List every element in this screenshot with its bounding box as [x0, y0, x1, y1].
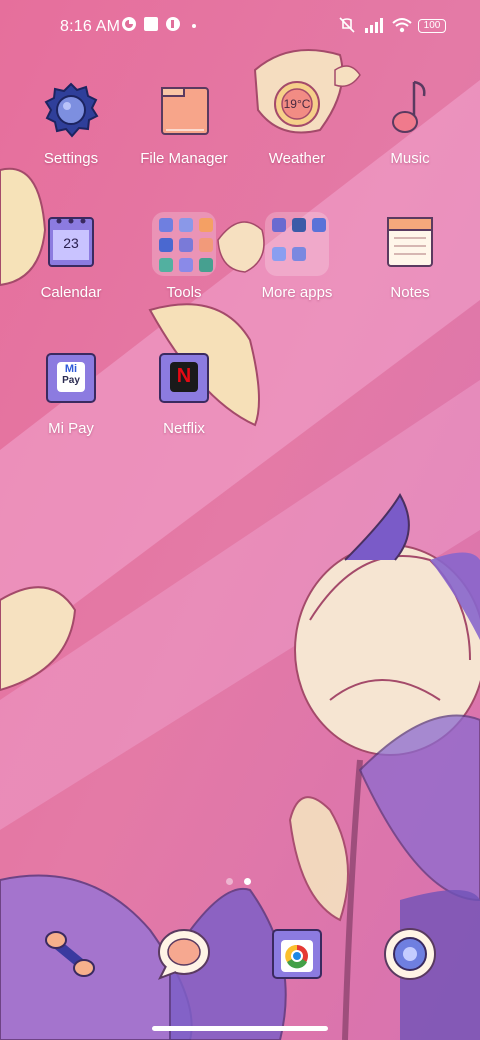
app-mi-pay[interactable]: Mi Pay Mi Pay: [15, 348, 127, 437]
page-dot-active[interactable]: [244, 878, 251, 885]
app-label: File Manager: [140, 150, 228, 167]
message-bubble-icon: [157, 929, 210, 980]
mini-app-icon: [292, 247, 306, 261]
app-music[interactable]: Music: [354, 78, 466, 167]
app-label: Tools: [166, 284, 202, 301]
weather-temperature: 19°C: [283, 97, 311, 111]
app-label: Music: [390, 150, 430, 167]
app-calendar[interactable]: 23 Calendar: [15, 212, 127, 301]
folder-icon: [152, 78, 216, 142]
wifi-icon: [392, 18, 412, 33]
battery-icon: 100: [418, 19, 446, 33]
status-bar: 8:16 AM 100: [0, 0, 480, 56]
camera-lens-icon: [384, 928, 436, 980]
battery-level: 100: [423, 20, 441, 31]
mini-app-icon: [199, 258, 213, 272]
mini-app-icon: [312, 218, 326, 232]
weather-icon: 19°C: [265, 78, 329, 142]
folder-more-apps[interactable]: More apps: [241, 212, 353, 301]
mi-pay-badge-bottom: Pay: [62, 375, 80, 386]
status-time: 8:16 AM: [60, 18, 121, 35]
mini-app-icon: [199, 218, 213, 232]
folder-icon: [265, 212, 329, 276]
mini-app-icon: [179, 258, 193, 272]
calendar-icon: 23: [39, 212, 103, 276]
chrome-icon: [272, 929, 322, 979]
app-label: Calendar: [40, 284, 102, 301]
phone-icon: [45, 931, 95, 977]
app-notes[interactable]: Notes: [354, 212, 466, 301]
mini-app-icon: [179, 218, 193, 232]
mini-app-icon: [159, 258, 173, 272]
dock-camera[interactable]: [378, 922, 442, 986]
square-notification-icon: [144, 17, 158, 31]
mini-app-icon: [292, 218, 306, 232]
mini-app-icon: [272, 247, 286, 261]
dock-chrome[interactable]: [265, 922, 329, 986]
mi-pay-icon: Mi Pay: [39, 348, 103, 412]
app-netflix[interactable]: N Netflix: [128, 348, 240, 437]
gesture-nav-bar[interactable]: [152, 1026, 328, 1031]
app-file-manager[interactable]: File Manager: [128, 78, 240, 167]
mi-pay-badge-top: Mi: [64, 363, 78, 375]
app-label: Netflix: [163, 420, 205, 437]
notes-icon: [378, 212, 442, 276]
folder-icon: [152, 212, 216, 276]
music-note-icon: [378, 78, 442, 142]
folder-tools[interactable]: Tools: [128, 212, 240, 301]
app-label: Weather: [268, 150, 326, 167]
dock-phone[interactable]: [38, 922, 102, 986]
app-settings[interactable]: Settings: [15, 78, 127, 167]
gear-icon: [39, 78, 103, 142]
netflix-badge: N: [176, 365, 192, 387]
mini-app-icon: [179, 238, 193, 252]
app-label: Notes: [390, 284, 430, 301]
mini-app-icon: [159, 218, 173, 232]
notification-d-icon: [166, 17, 180, 31]
app-label: More apps: [261, 284, 333, 301]
dock-messages[interactable]: [152, 922, 216, 986]
signal-icon: [365, 18, 383, 33]
mute-icon: [339, 17, 355, 33]
app-weather[interactable]: 19°C Weather: [241, 78, 353, 167]
netflix-icon: N: [152, 348, 216, 412]
notification-c-icon: [122, 17, 136, 31]
dot-icon: [192, 24, 196, 28]
page-dot[interactable]: [226, 878, 233, 885]
app-label: Mi Pay: [48, 420, 94, 437]
mini-app-icon: [272, 218, 286, 232]
app-label: Settings: [43, 150, 99, 167]
mini-app-icon: [199, 238, 213, 252]
calendar-date: 23: [63, 235, 79, 251]
mini-app-icon: [159, 238, 173, 252]
